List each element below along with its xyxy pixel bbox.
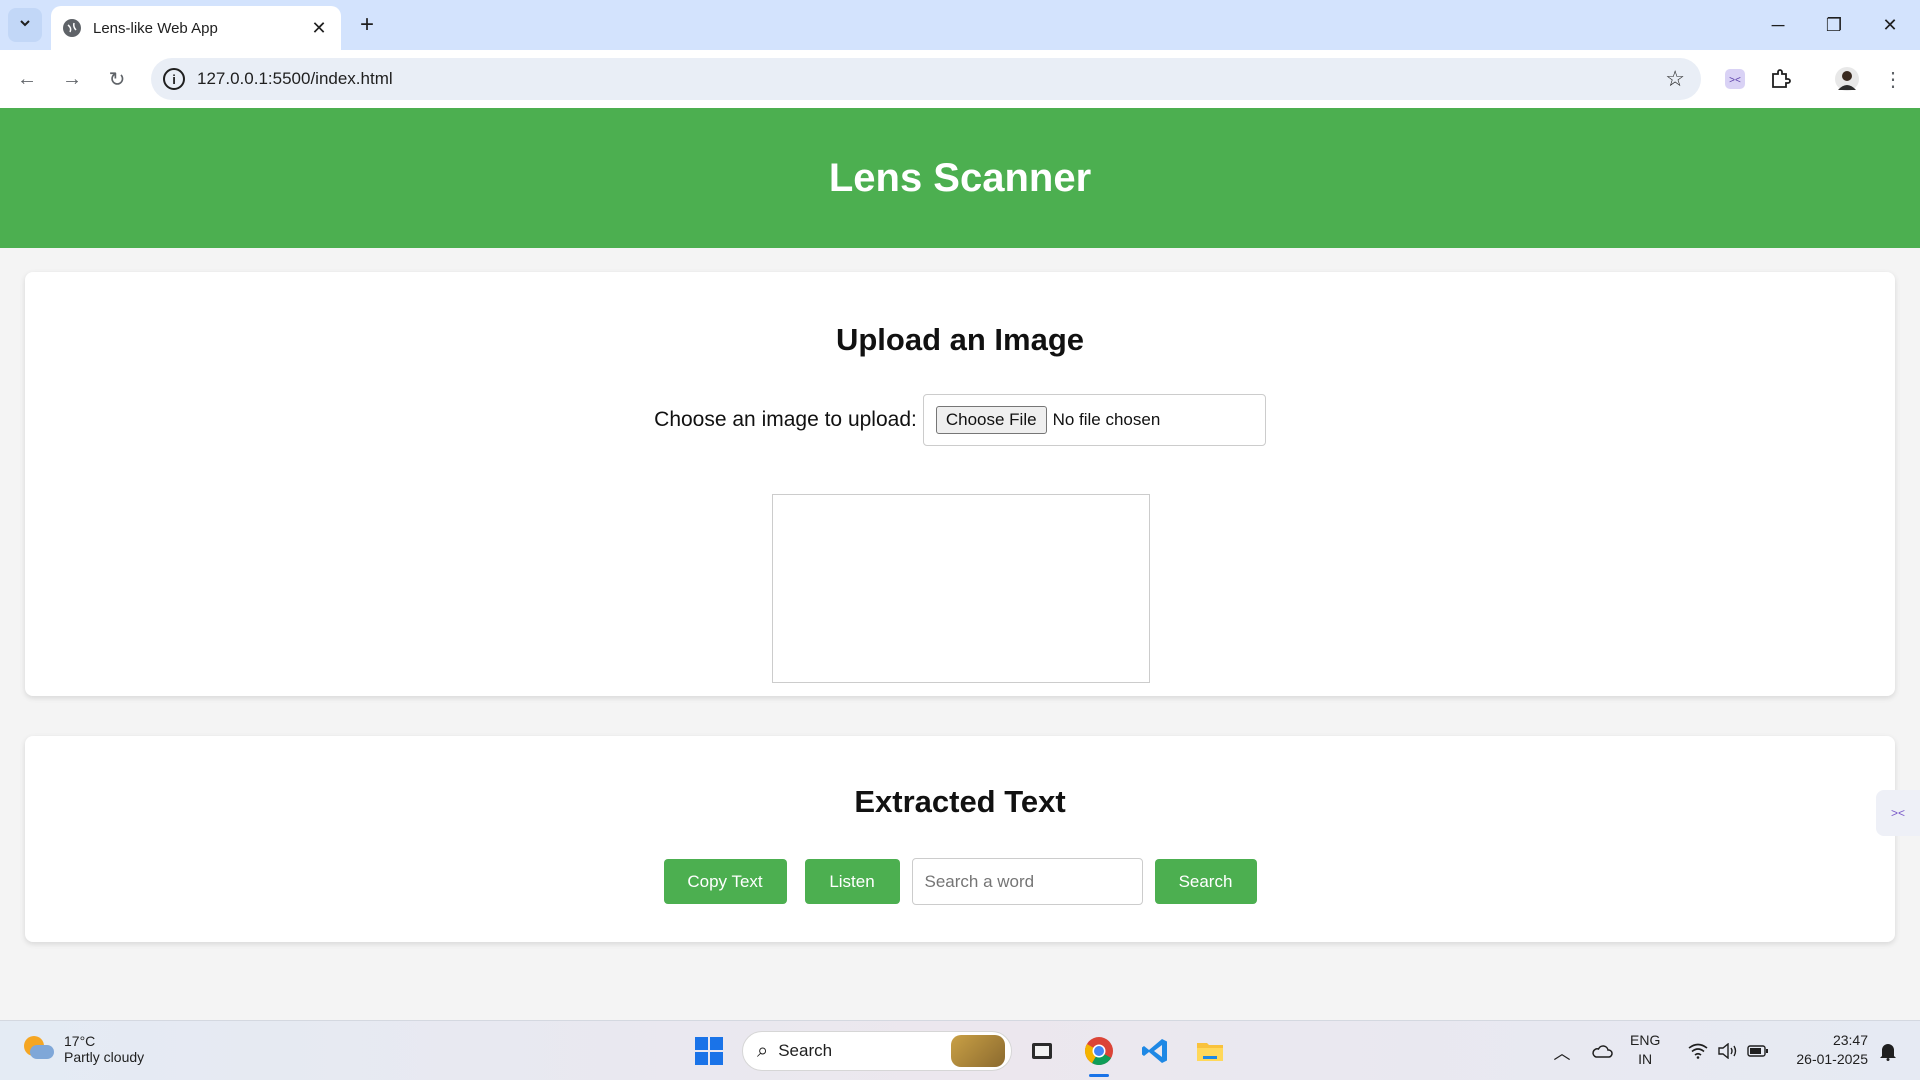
start-button[interactable] <box>687 1029 731 1073</box>
tab-strip: Lens-like Web App ✕ + ─ ❐ ✕ <box>0 0 1920 50</box>
side-extension-tab[interactable]: >< <box>1876 790 1920 836</box>
bookmark-star-icon[interactable]: ☆ <box>1665 66 1685 92</box>
upload-label: Choose an image to upload: <box>654 408 917 431</box>
taskbar-search-label: Search <box>778 1041 833 1060</box>
new-tab-button[interactable]: + <box>352 10 382 40</box>
back-button[interactable]: ← <box>10 62 44 96</box>
windows-logo-icon <box>695 1037 723 1065</box>
image-preview <box>772 494 1150 683</box>
svg-text:><: >< <box>1729 75 1741 86</box>
arrow-left-icon: ← <box>17 67 37 90</box>
input-language[interactable]: ENG IN <box>1630 1031 1660 1069</box>
globe-icon <box>63 19 81 37</box>
weather-condition: Partly cloudy <box>64 1049 145 1065</box>
restore-button[interactable]: ❐ <box>1806 0 1862 50</box>
file-input[interactable]: Choose File No file chosen <box>922 394 1266 446</box>
chrome-icon[interactable] <box>1077 1029 1121 1077</box>
extracted-text-card: Extracted Text Copy Text Listen Search <box>25 736 1895 942</box>
close-window-button[interactable]: ✕ <box>1862 0 1918 50</box>
tab-title: Lens-like Web App <box>93 19 218 37</box>
taskbar: 17°C Partly cloudy ⌕ Search ︿ ENG IN 23:… <box>0 1020 1920 1080</box>
minimize-button[interactable]: ─ <box>1750 0 1806 50</box>
puzzle-extensions-icon[interactable] <box>1763 62 1797 96</box>
web-page: Lens Scanner Upload an Image Choose an i… <box>0 108 1920 1020</box>
weather-widget[interactable]: 17°C Partly cloudy <box>22 1033 144 1065</box>
clock-date: 26-01-2025 <box>1796 1051 1868 1067</box>
partly-cloudy-icon <box>22 1033 54 1065</box>
site-info-icon[interactable]: i <box>163 68 185 90</box>
search-word-input[interactable] <box>911 858 1143 905</box>
lang-top: ENG <box>1630 1032 1661 1048</box>
upload-heading: Upload an Image <box>835 322 1085 357</box>
actions-row: Copy Text Listen Search <box>25 858 1895 905</box>
file-status: No file chosen <box>1052 410 1161 429</box>
extension-icon[interactable]: >< <box>1718 62 1752 96</box>
taskbar-search[interactable]: ⌕ Search <box>742 1031 1012 1071</box>
tab-search-button[interactable] <box>8 8 42 42</box>
listen-button[interactable]: Listen <box>804 859 900 904</box>
search-icon: ⌕ <box>757 1039 769 1062</box>
menu-kebab-icon[interactable]: ⋮ <box>1876 62 1910 96</box>
copy-text-button[interactable]: Copy Text <box>663 859 787 904</box>
choose-file-button[interactable]: Choose File <box>935 406 1047 434</box>
battery-icon[interactable] <box>1744 1029 1772 1073</box>
page-title: Lens Scanner <box>828 155 1092 200</box>
forward-button[interactable]: → <box>55 62 89 96</box>
browser-tab[interactable]: Lens-like Web App ✕ <box>51 6 341 50</box>
clock-time: 23:47 <box>1832 1032 1868 1048</box>
search-button[interactable]: Search <box>1154 859 1257 904</box>
reload-icon: ↻ <box>108 68 126 91</box>
onedrive-cloud-icon[interactable] <box>1588 1029 1616 1073</box>
extracted-heading: Extracted Text <box>854 784 1066 819</box>
reload-button[interactable]: ↻ <box>100 62 134 96</box>
search-highlight-image <box>951 1035 1005 1067</box>
page-header: Lens Scanner <box>0 108 1920 248</box>
lang-bottom: IN <box>1638 1051 1653 1067</box>
url-text[interactable]: 127.0.0.1:5500/index.html <box>197 69 393 89</box>
extension-icon: >< <box>1890 806 1905 820</box>
system-clock[interactable]: 23:47 26-01-2025 <box>1782 1031 1868 1069</box>
close-tab-icon[interactable]: ✕ <box>309 18 329 38</box>
show-hidden-icons-chevron-up-icon[interactable]: ︿ <box>1548 1029 1576 1073</box>
task-view-icon[interactable] <box>1020 1029 1064 1073</box>
wifi-icon[interactable] <box>1684 1029 1712 1073</box>
upload-card: Upload an Image Choose an image to uploa… <box>25 272 1895 696</box>
file-explorer-icon[interactable] <box>1188 1029 1232 1073</box>
chevron-down-icon <box>18 16 32 35</box>
notification-bell-icon[interactable] <box>1874 1029 1902 1073</box>
arrow-right-icon: → <box>62 67 82 90</box>
vscode-icon[interactable] <box>1133 1029 1177 1073</box>
address-bar[interactable]: i 127.0.0.1:5500/index.html ☆ <box>151 58 1701 100</box>
profile-avatar[interactable] <box>1830 62 1864 96</box>
volume-icon[interactable] <box>1714 1029 1742 1073</box>
upload-row: Choose an image to upload: Choose File N… <box>25 394 1895 446</box>
weather-temp: 17°C <box>64 1033 96 1049</box>
